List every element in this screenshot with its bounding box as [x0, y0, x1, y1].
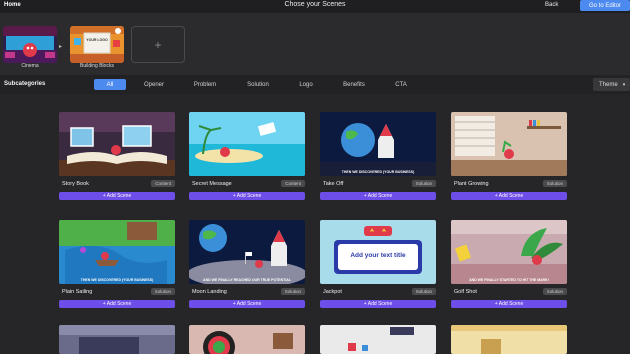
thumbnail-caption: AND WE FINALLY REACHED OUR TRUE POTENTIA… [203, 278, 291, 282]
card-title: Take Off [323, 181, 344, 187]
add-scene-button[interactable]: + Add Scene [451, 192, 567, 200]
selected-scenes-strip: ▸ Cinema YOUR LOGO Building Blocks + [0, 13, 630, 75]
go-to-editor-button[interactable]: Go to Editor [580, 0, 630, 11]
card-thumbnail [189, 325, 305, 354]
add-scene-button[interactable]: + Add Scene [59, 192, 175, 200]
tab-cta[interactable]: CTA [391, 79, 411, 90]
card-thumbnail: AND WE FINALLY REACHED OUR TRUE POTENTIA… [189, 220, 305, 284]
tab-problem[interactable]: Problem [190, 79, 220, 90]
subcategories-label: Subcategories [4, 81, 46, 87]
jackpot-text-title: Add your text title [350, 252, 406, 259]
category-badge: Content [281, 180, 305, 187]
add-scene-button[interactable]: + Add Scene [59, 300, 175, 308]
card-title: Story Book [62, 181, 89, 187]
back-button[interactable]: Back [545, 2, 558, 8]
card-title: Jackpot [323, 289, 342, 295]
card-thumbnail: THEN WE DISCOVERED (YOUR BUSINESS) [59, 220, 175, 284]
category-badge: Solution [411, 288, 436, 295]
scene-thumb-cinema[interactable] [3, 26, 57, 63]
card-title: Plant Growing [454, 181, 489, 187]
tab-solution[interactable]: Solution [243, 79, 273, 90]
scene-thumb-building-blocks[interactable]: YOUR LOGO [70, 26, 124, 63]
card-thumbnail [451, 325, 567, 354]
tab-opener[interactable]: Opener [139, 79, 169, 90]
top-bar: Home Chose your Scenes Back Go to Editor [0, 0, 630, 13]
page-title: Chose your Scenes [284, 1, 346, 8]
tab-benefits[interactable]: Benefits [339, 79, 369, 90]
card-thumbnail [451, 112, 567, 176]
category-badge: Solution [542, 180, 567, 187]
card-thumbnail: Add your text title [320, 220, 436, 284]
plus-icon: + [154, 37, 162, 52]
tab-logo[interactable]: Logo [294, 79, 318, 90]
card-thumbnail [320, 325, 436, 354]
add-scene-button[interactable]: + Add Scene [320, 300, 436, 308]
add-scene-button[interactable]: + Add Scene [189, 300, 305, 308]
scene-label-building-blocks: Building Blocks [80, 63, 114, 69]
card-thumbnail [189, 112, 305, 176]
scene-label-cinema: Cinema [21, 63, 39, 69]
logo-placeholder-text: YOUR LOGO [86, 38, 108, 42]
thumbnail-caption: AND WE FINALLY STARTED TO HIT THE MARK! [469, 278, 549, 282]
card-thumbnail [59, 325, 175, 354]
category-badge: Solution [150, 288, 175, 295]
thumbnail-caption: THEN WE DISCOVERED (YOUR BUSINESS) [341, 170, 415, 174]
add-scene-button[interactable]: + Add Scene [451, 300, 567, 308]
card-thumbnail [59, 112, 175, 176]
category-badge: Content [151, 180, 175, 187]
add-scene-button[interactable]: + Add Scene [320, 192, 436, 200]
card-thumbnail: THEN WE DISCOVERED (YOUR BUSINESS) [320, 112, 436, 176]
card-title: Moon Landing [192, 289, 227, 295]
category-badge: Solution [280, 288, 305, 295]
chevron-right-icon[interactable]: ▸ [59, 43, 62, 50]
cinema-thumbnail [3, 26, 57, 63]
card-thumbnail: AND WE FINALLY STARTED TO HIT THE MARK! [451, 220, 567, 284]
add-scene-button[interactable]: + Add Scene [189, 192, 305, 200]
add-scene-slot[interactable]: + [131, 26, 185, 63]
theme-dropdown[interactable]: Theme ▾ [593, 78, 630, 91]
category-badge: Solution [542, 288, 567, 295]
building-blocks-thumbnail [70, 26, 124, 63]
chevron-down-icon: ▾ [622, 81, 626, 88]
thumbnail-caption: THEN WE DISCOVERED (YOUR BUSINESS) [80, 278, 154, 282]
card-title: Golf Shot [454, 289, 477, 295]
card-title: Secret Message [192, 181, 232, 187]
theme-label: Theme [599, 81, 618, 88]
tab-all[interactable]: All [94, 79, 126, 90]
card-title: Plain Sailing [62, 289, 93, 295]
category-badge: Solution [411, 180, 436, 187]
subcategories-bar: Subcategories All Opener Problem Solutio… [0, 75, 630, 94]
